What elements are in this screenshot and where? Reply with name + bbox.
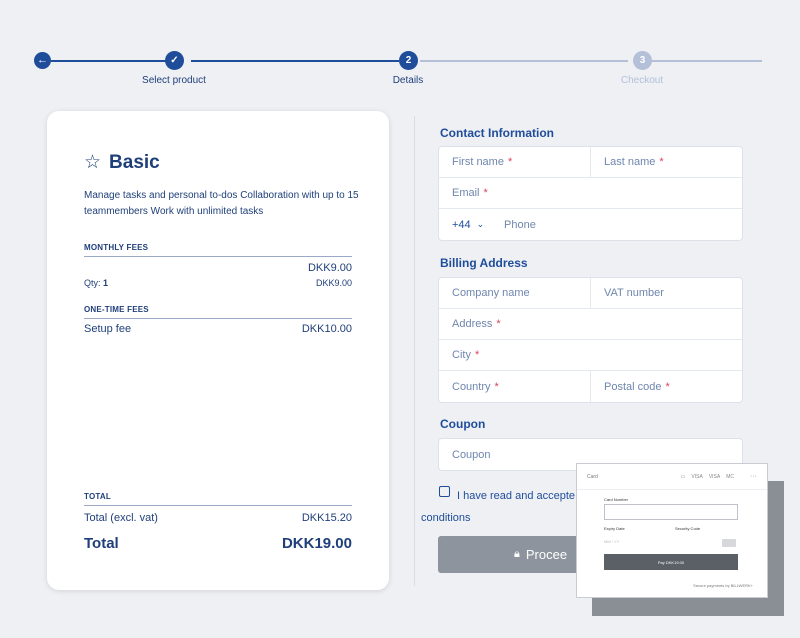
terms-label[interactable]: I have read and accepte conditions	[421, 485, 589, 529]
payment-header: Card ▭ VISA VISA MC ···	[577, 464, 767, 490]
card-number-label: Card Number	[604, 497, 629, 502]
card-number-input[interactable]	[604, 504, 738, 520]
first-name-input[interactable]: First name *	[439, 147, 590, 177]
total-row: Total DKK19.00	[84, 535, 352, 552]
total-excl-row: Total (excl. vat) DKK15.20	[84, 512, 352, 524]
total-label: Total	[84, 535, 119, 552]
payment-card-popup: Card ▭ VISA VISA MC ··· Card Number Expi…	[576, 463, 768, 598]
star-icon: ☆	[84, 152, 102, 173]
billing-heading: Billing Address	[440, 256, 528, 270]
stepper-line-done	[51, 60, 169, 62]
total-excl-label: Total (excl. vat)	[84, 512, 158, 524]
phone-input[interactable]: Phone	[504, 209, 742, 240]
more-options-icon[interactable]: ···	[750, 473, 757, 480]
plan-name: Basic	[109, 151, 160, 173]
step-label-checkout: Checkout	[620, 75, 664, 86]
phone-prefix-select[interactable]: +44 ⌄	[439, 209, 504, 240]
step-checkout: 3	[633, 51, 652, 70]
lock-icon: 🔒︎	[514, 548, 520, 560]
step-label-details: Details	[392, 75, 424, 86]
contact-fields: First name * Last name * Email * +44 ⌄ Phon…	[438, 146, 743, 241]
billing-fields: Company name VAT number Address * City * C…	[438, 277, 743, 403]
email-input[interactable]: Email *	[439, 178, 742, 208]
vat-input[interactable]: VAT number	[590, 278, 742, 308]
secure-payments-note: Secure payments by BILLWERK+	[693, 583, 753, 588]
country-select[interactable]: Country *	[439, 371, 590, 402]
plan-description: Manage tasks and personal to-dos Collabo…	[84, 190, 359, 217]
card-brands: ▭ VISA VISA MC ···	[681, 473, 757, 480]
mastercard-icon: MC	[726, 473, 734, 480]
expiry-input[interactable]: MM / YY	[604, 539, 619, 544]
cvc-card-icon	[722, 539, 736, 547]
visa-icon: VISA	[691, 473, 703, 480]
last-name-input[interactable]: Last name *	[590, 147, 742, 177]
setup-fee-row: Setup fee DKK10.00	[84, 323, 352, 335]
monthly-fees-heading: MONTHLY FEES	[84, 243, 352, 257]
step-select-product[interactable]: ✓	[165, 51, 184, 70]
step-details: 2	[399, 51, 418, 70]
pay-button[interactable]: Pay DKK19.00	[604, 554, 738, 570]
card-tab[interactable]: Card	[587, 474, 598, 480]
column-divider	[414, 116, 415, 586]
setup-fee-label: Setup fee	[84, 323, 132, 335]
contact-heading: Contact Information	[440, 126, 554, 140]
stepper-line-done	[191, 60, 399, 62]
stepper-line-upcoming	[420, 60, 628, 62]
product-summary-card: ☆ Basic Manage tasks and personal to-dos…	[47, 111, 389, 590]
proceed-label: Procee	[525, 547, 568, 562]
chevron-down-icon: ⌄	[476, 219, 485, 229]
monthly-total: DKK9.00	[307, 262, 352, 274]
proceed-button[interactable]: 🔒︎ Procee	[438, 536, 588, 573]
monthly-total-row: DKK9.00	[84, 262, 352, 274]
setup-fee-price: DKK10.00	[301, 323, 352, 335]
qty-price: DKK9.00	[315, 278, 352, 288]
total-heading: TOTAL	[84, 492, 352, 506]
progress-stepper: ← ✓ Select product 2 Details 3 Checkout	[34, 51, 762, 92]
check-icon: ✓	[170, 55, 179, 66]
qty-row: Qty: 1 DKK9.00	[84, 278, 352, 288]
back-arrow-icon: ←	[37, 54, 48, 66]
plan-title: ☆ Basic	[84, 151, 160, 174]
total-value: DKK19.00	[281, 535, 352, 552]
total-excl-value: DKK15.20	[301, 512, 352, 524]
postal-code-input[interactable]: Postal code *	[590, 371, 742, 402]
qty: Qty: 1	[84, 278, 109, 288]
address-input[interactable]: Address *	[439, 309, 742, 339]
step-label-select-product: Select product	[142, 75, 206, 86]
expiry-label: Expiry Date	[604, 526, 625, 531]
back-button[interactable]: ←	[34, 52, 51, 69]
coupon-heading: Coupon	[440, 417, 486, 431]
card-icon: ▭	[680, 473, 686, 480]
stepper-line-upcoming	[652, 60, 762, 62]
security-code-label: Security Code	[675, 526, 701, 531]
company-input[interactable]: Company name	[439, 278, 590, 308]
city-input[interactable]: City *	[439, 340, 742, 370]
visa-electron-icon: VISA	[708, 473, 721, 480]
onetime-fees-heading: ONE-TIME FEES	[84, 305, 352, 319]
